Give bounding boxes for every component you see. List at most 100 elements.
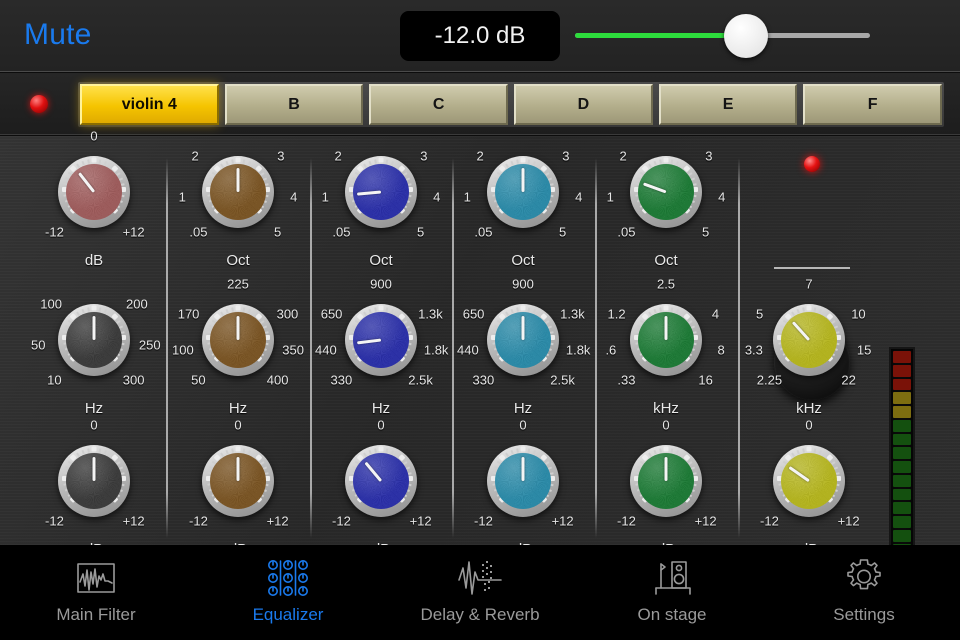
- tab-settings[interactable]: Settings: [768, 545, 960, 640]
- knob-pointer: [521, 316, 525, 340]
- tab-label: On stage: [637, 605, 707, 624]
- tab-on-stage[interactable]: On stage: [576, 545, 768, 640]
- channel-5-bandwidth-knob-dial[interactable]: [630, 156, 702, 228]
- column-divider-3: [452, 158, 454, 538]
- knob-scale-label: 2.5: [656, 276, 676, 292]
- knob-scale-label: 170: [177, 306, 200, 322]
- tab-main-filter[interactable]: Main Filter: [0, 545, 192, 640]
- slider-fill: [575, 33, 747, 38]
- channel-2-bandwidth-knob: .05 1 2 3 4 5 Oct: [179, 149, 298, 274]
- tab-equalizer[interactable]: Equalizer: [192, 545, 384, 640]
- channel-1-gain-knob-dial[interactable]: [58, 445, 130, 517]
- volume-slider[interactable]: [575, 14, 870, 58]
- knob-scale-label: 0: [234, 417, 242, 433]
- knob-face: [210, 312, 266, 368]
- knob-scale-label: 1.3k: [560, 306, 585, 322]
- channel-5-gain-knob-dial[interactable]: [630, 445, 702, 517]
- knob-texture: [638, 164, 694, 220]
- channel-3-frequency-knob-dial[interactable]: [345, 304, 417, 376]
- knob-scale-label: -12: [617, 513, 636, 529]
- channel-6-frequency-knob-dial[interactable]: [773, 304, 845, 376]
- knob-caption: Oct: [654, 252, 678, 269]
- channel-2-gain-knob-dial[interactable]: [202, 445, 274, 517]
- knob-face: [66, 312, 122, 368]
- knob-caption: Hz: [84, 400, 104, 417]
- meter-segment: [893, 529, 911, 542]
- knob-scale-label: 5: [755, 306, 764, 322]
- knob-caption: Oct: [511, 252, 535, 269]
- preset-label: F: [867, 95, 878, 113]
- knob-texture: [781, 312, 837, 368]
- knob-scale-label: +12: [551, 513, 574, 529]
- channel-2-frequency-knob-dial[interactable]: [202, 304, 274, 376]
- slider-handle[interactable]: [724, 14, 769, 58]
- tab-delay-reverb[interactable]: Delay & Reverb: [384, 545, 576, 640]
- knob-scale-label: -12: [332, 513, 351, 529]
- channel-1-bandwidth-knob-dial[interactable]: [58, 156, 130, 228]
- tab-label: Equalizer: [252, 605, 324, 624]
- column-divider-2: [310, 158, 312, 538]
- channel-1-frequency-knob-dial[interactable]: [58, 304, 130, 376]
- preset-button-6[interactable]: F: [803, 84, 943, 125]
- knob-scale-label: 0: [662, 417, 670, 433]
- preset-button-2[interactable]: B: [224, 84, 364, 125]
- knob-scale-label: +12: [266, 513, 289, 529]
- preset-button-3[interactable]: C: [369, 84, 509, 125]
- channel-3-bandwidth-knob-dial[interactable]: [345, 156, 417, 228]
- knob-caption: Oct: [369, 252, 393, 269]
- knob-scale-label: 4: [718, 189, 726, 205]
- channel-4-frequency-knob-dial[interactable]: [487, 304, 559, 376]
- channel-4-bandwidth-knob: .05 1 2 3 4 5 Oct: [464, 149, 583, 274]
- bypass-led-icon: [804, 156, 820, 172]
- channel-4-bandwidth-knob-dial[interactable]: [487, 156, 559, 228]
- knob-scale-label: .6: [605, 342, 617, 358]
- delay-wave-icon: [455, 555, 505, 601]
- knob-scale-label: 100: [40, 296, 62, 312]
- knob-scale-label: 4: [433, 189, 441, 205]
- preset-label: E: [722, 95, 734, 113]
- knob-pointer: [521, 168, 525, 192]
- channel-2-bandwidth-knob-dial[interactable]: [202, 156, 274, 228]
- meter-segment: [893, 502, 911, 515]
- preset-button-1[interactable]: violin 4: [80, 84, 219, 125]
- channel-5-frequency-knob: .33.6 1.2 2.5 4 8 16 kHz: [605, 277, 724, 422]
- meter-segment: [893, 351, 911, 363]
- channel-3-gain-knob-dial[interactable]: [345, 445, 417, 517]
- knob-scale-label: 0: [377, 417, 385, 433]
- knob-pointer: [92, 316, 96, 340]
- meter-segment: [893, 474, 911, 487]
- channel-4-frequency-knob: 330 440 650 900 1.3k 1.8k 2.5k Hz: [457, 277, 590, 422]
- knob-scale-label: 440: [457, 342, 479, 358]
- channel-5-frequency-knob-dial[interactable]: [630, 304, 702, 376]
- record-led-icon: [30, 95, 48, 113]
- knob-face: [638, 312, 694, 368]
- preset-button-4[interactable]: D: [514, 84, 653, 125]
- knob-scale-label: 200: [126, 296, 148, 312]
- knob-face: [495, 164, 551, 220]
- channel-1-frequency-knob: 10 50 100 200 250 300 Hz: [31, 297, 161, 422]
- knob-scale-label: 300: [276, 306, 299, 322]
- channel-3-frequency-knob: 330 440 650 900 1.3k 1.8k 2.5k Hz: [315, 277, 448, 422]
- channel-6-gain-knob-dial[interactable]: [773, 445, 845, 517]
- knob-face: [781, 453, 837, 509]
- preset-label: B: [288, 95, 300, 113]
- knob-scale-label: 0: [90, 128, 98, 144]
- knob-face: [638, 453, 694, 509]
- knob-scale-label: 10: [47, 372, 62, 388]
- knob-face: [638, 164, 694, 220]
- knob-scale-label: 1: [321, 189, 329, 205]
- knob-scale-label: 4: [575, 189, 583, 205]
- knob-scale-label: 3: [705, 148, 713, 164]
- knob-scale-label: 1.8k: [423, 342, 449, 358]
- knob-scale-label: 5: [416, 224, 425, 240]
- meter-segment: [893, 392, 911, 405]
- preset-button-5[interactable]: E: [658, 84, 798, 125]
- top-bar: Mute -12.0 dB: [0, 0, 960, 72]
- knob-texture: [353, 453, 409, 509]
- waveform-box-icon: [75, 555, 117, 601]
- knob-scale-label: .05: [617, 224, 636, 240]
- knob-scale-label: 22: [841, 372, 856, 388]
- knob-texture: [781, 453, 837, 509]
- channel-4-gain-knob-dial[interactable]: [487, 445, 559, 517]
- mute-button[interactable]: Mute: [24, 18, 92, 52]
